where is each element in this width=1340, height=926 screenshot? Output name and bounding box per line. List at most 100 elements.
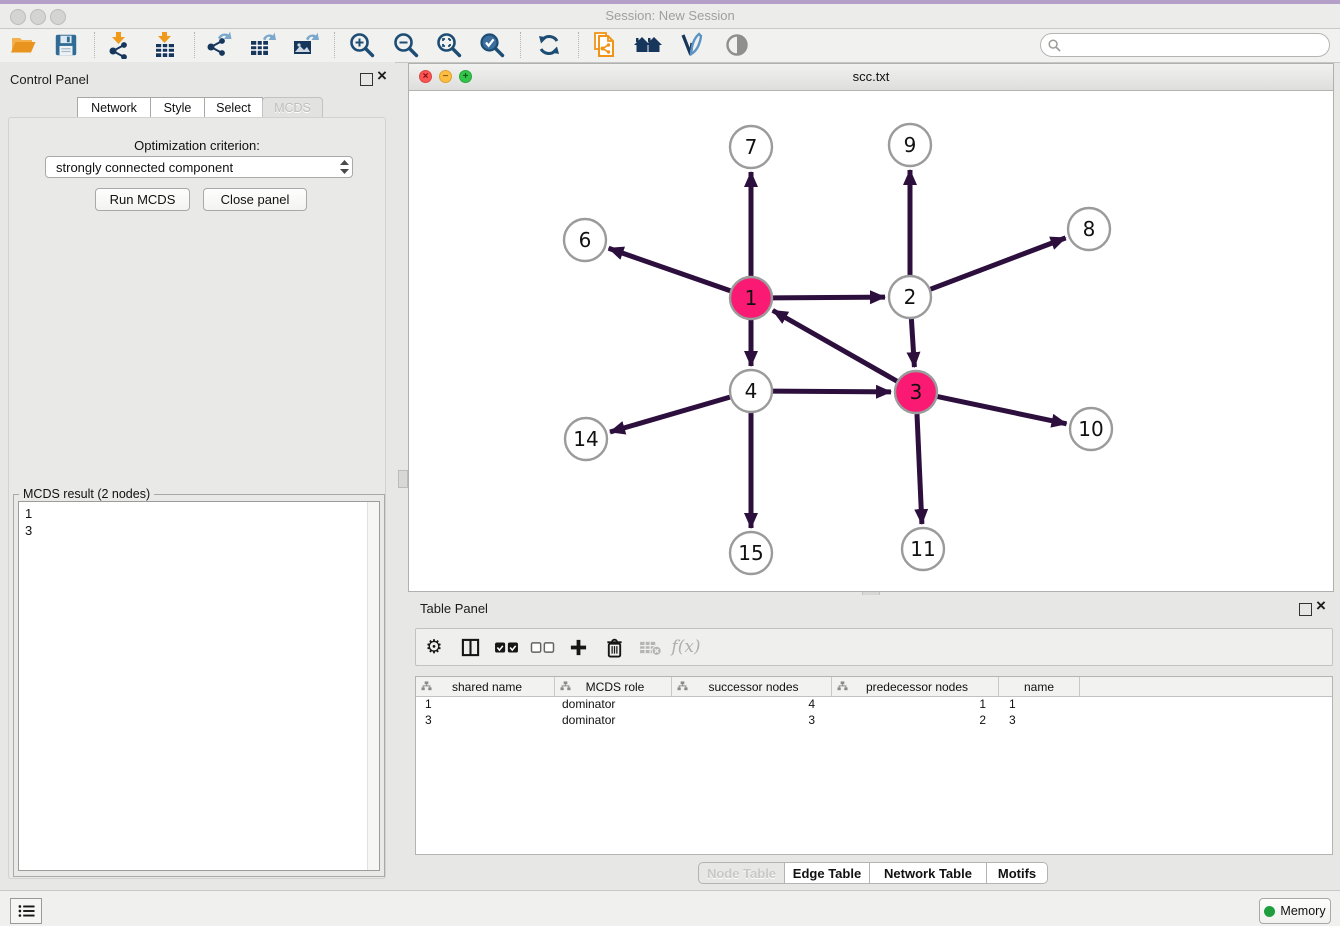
graph-node-label-4: 4 xyxy=(745,379,758,403)
table-tabs: Node Table Edge Table Network Table Moti… xyxy=(698,862,1048,884)
criterion-value: strongly connected component xyxy=(46,160,336,175)
result-scrollbar[interactable] xyxy=(367,502,379,870)
import-network-icon[interactable] xyxy=(103,30,135,60)
open-file-icon[interactable] xyxy=(7,30,39,60)
tab-network-table[interactable]: Network Table xyxy=(870,862,987,884)
add-row-icon[interactable] xyxy=(560,638,596,657)
optimization-criterion-label: Optimization criterion: xyxy=(9,138,385,153)
toolbar-separator xyxy=(194,32,195,58)
apply-style-icon[interactable] xyxy=(676,30,708,60)
column-header-mcds-role[interactable]: MCDS role xyxy=(555,677,672,696)
table-row[interactable]: 1 dominator 4 1 1 xyxy=(416,697,1332,713)
select-all-checks-icon[interactable] xyxy=(488,642,524,653)
clear-all-checks-icon[interactable] xyxy=(524,642,560,653)
window-title: Session: New Session xyxy=(0,8,1340,23)
task-history-button[interactable] xyxy=(10,898,42,924)
refresh-layout-icon[interactable] xyxy=(533,30,565,60)
zoom-in-icon[interactable] xyxy=(346,30,378,60)
toolbar-separator xyxy=(334,32,335,58)
graph-node-label-9: 9 xyxy=(904,133,917,157)
memory-button[interactable]: Memory xyxy=(1259,898,1331,924)
network-canvas[interactable]: 7968124314101511 xyxy=(409,90,1333,591)
table-row[interactable]: 3 dominator 3 2 3 xyxy=(416,713,1332,729)
tab-motifs[interactable]: Motifs xyxy=(987,862,1048,884)
zoom-selected-icon[interactable] xyxy=(476,30,508,60)
export-image-icon[interactable] xyxy=(289,30,321,60)
mcds-panel-body: Optimization criterion: strongly connect… xyxy=(8,117,386,879)
list-icon xyxy=(18,904,35,918)
search-icon xyxy=(1048,39,1061,52)
search-box xyxy=(1040,33,1330,57)
apply-formula-icon: f(x) xyxy=(668,637,704,657)
dropdown-spinner-icon xyxy=(336,160,352,174)
float-panel-icon[interactable] xyxy=(360,73,373,86)
control-panel-title: Control Panel xyxy=(10,72,89,87)
float-table-panel-icon[interactable] xyxy=(1299,603,1312,616)
tab-node-table[interactable]: Node Table xyxy=(698,862,785,884)
graph-edge-1-6[interactable] xyxy=(609,248,731,290)
clone-network-icon[interactable] xyxy=(589,30,621,60)
mcds-result-textarea[interactable]: 1 3 xyxy=(18,501,380,871)
graph-node-label-15: 15 xyxy=(738,541,763,565)
graph-node-label-2: 2 xyxy=(904,285,917,309)
table-settings-icon[interactable]: ⚙ xyxy=(416,636,452,658)
result-line: 3 xyxy=(19,522,379,539)
tab-select[interactable]: Select xyxy=(204,97,263,118)
graph-node-label-7: 7 xyxy=(745,135,758,159)
import-table-icon[interactable] xyxy=(149,30,181,60)
graph-edge-4-14[interactable] xyxy=(610,397,730,432)
graph-edge-3-11[interactable] xyxy=(917,414,922,524)
export-network-icon[interactable] xyxy=(202,30,234,60)
memory-label: Memory xyxy=(1280,904,1325,918)
toolbar-separator xyxy=(578,32,579,58)
graph-node-label-8: 8 xyxy=(1083,217,1096,241)
tab-style[interactable]: Style xyxy=(150,97,205,118)
main-toolbar xyxy=(0,29,1340,63)
network-view-window: × − + scc.txt 7968124314101511 xyxy=(408,63,1334,592)
column-type-icon xyxy=(421,681,432,692)
close-panel-button[interactable]: Close panel xyxy=(203,188,307,211)
network-window-titlebar[interactable]: × − + scc.txt xyxy=(409,64,1333,91)
titlebar: Session: New Session xyxy=(0,4,1340,29)
close-panel-icon[interactable]: × xyxy=(377,66,387,86)
mcds-result-group: MCDS result (2 nodes) 1 3 xyxy=(13,494,385,877)
vertical-splitter-handle[interactable] xyxy=(398,470,408,488)
column-header-predecessor-nodes[interactable]: predecessor nodes xyxy=(832,677,999,696)
graph-node-label-1: 1 xyxy=(745,286,758,310)
home-views-icon[interactable] xyxy=(632,30,664,60)
graph-node-label-3: 3 xyxy=(910,380,923,404)
criterion-dropdown[interactable]: strongly connected component xyxy=(45,156,353,178)
graph-edge-2-8[interactable] xyxy=(931,238,1066,289)
run-mcds-button[interactable]: Run MCDS xyxy=(95,188,190,211)
graph-edge-3-10[interactable] xyxy=(938,397,1067,424)
table-header-row: shared name MCDS role successor nodes pr… xyxy=(416,677,1332,697)
table-panel-title: Table Panel xyxy=(420,601,488,616)
zoom-out-icon[interactable] xyxy=(390,30,422,60)
save-session-icon[interactable] xyxy=(50,30,82,60)
graph-node-label-14: 14 xyxy=(573,427,598,451)
tab-network[interactable]: Network xyxy=(77,97,151,118)
graph-edge-3-1[interactable] xyxy=(773,310,897,381)
column-type-icon xyxy=(837,681,848,692)
node-table: shared name MCDS role successor nodes pr… xyxy=(415,676,1333,855)
export-table-icon[interactable] xyxy=(246,30,278,60)
show-columns-icon[interactable] xyxy=(452,638,488,657)
delete-row-icon[interactable] xyxy=(596,637,632,658)
column-header-name[interactable]: name xyxy=(999,677,1080,696)
memory-status-icon xyxy=(1264,906,1275,917)
status-bar: Memory xyxy=(0,890,1340,926)
table-panel: Table Panel × ⚙ f(x) xyxy=(408,595,1334,890)
zoom-fit-icon[interactable] xyxy=(433,30,465,60)
column-header-shared-name[interactable]: shared name xyxy=(416,677,555,696)
toolbar-separator xyxy=(94,32,95,58)
graph-edge-2-3[interactable] xyxy=(911,319,914,367)
tab-mcds[interactable]: MCDS xyxy=(262,97,323,118)
graph-edge-1-2[interactable] xyxy=(773,297,885,298)
show-graphics-details-icon[interactable] xyxy=(721,30,753,60)
column-header-successor-nodes[interactable]: successor nodes xyxy=(672,677,832,696)
close-table-panel-icon[interactable]: × xyxy=(1316,596,1326,616)
graph-edge-4-3[interactable] xyxy=(773,391,891,392)
search-input[interactable] xyxy=(1065,37,1329,53)
tab-edge-table[interactable]: Edge Table xyxy=(785,862,870,884)
column-type-icon xyxy=(677,681,688,692)
